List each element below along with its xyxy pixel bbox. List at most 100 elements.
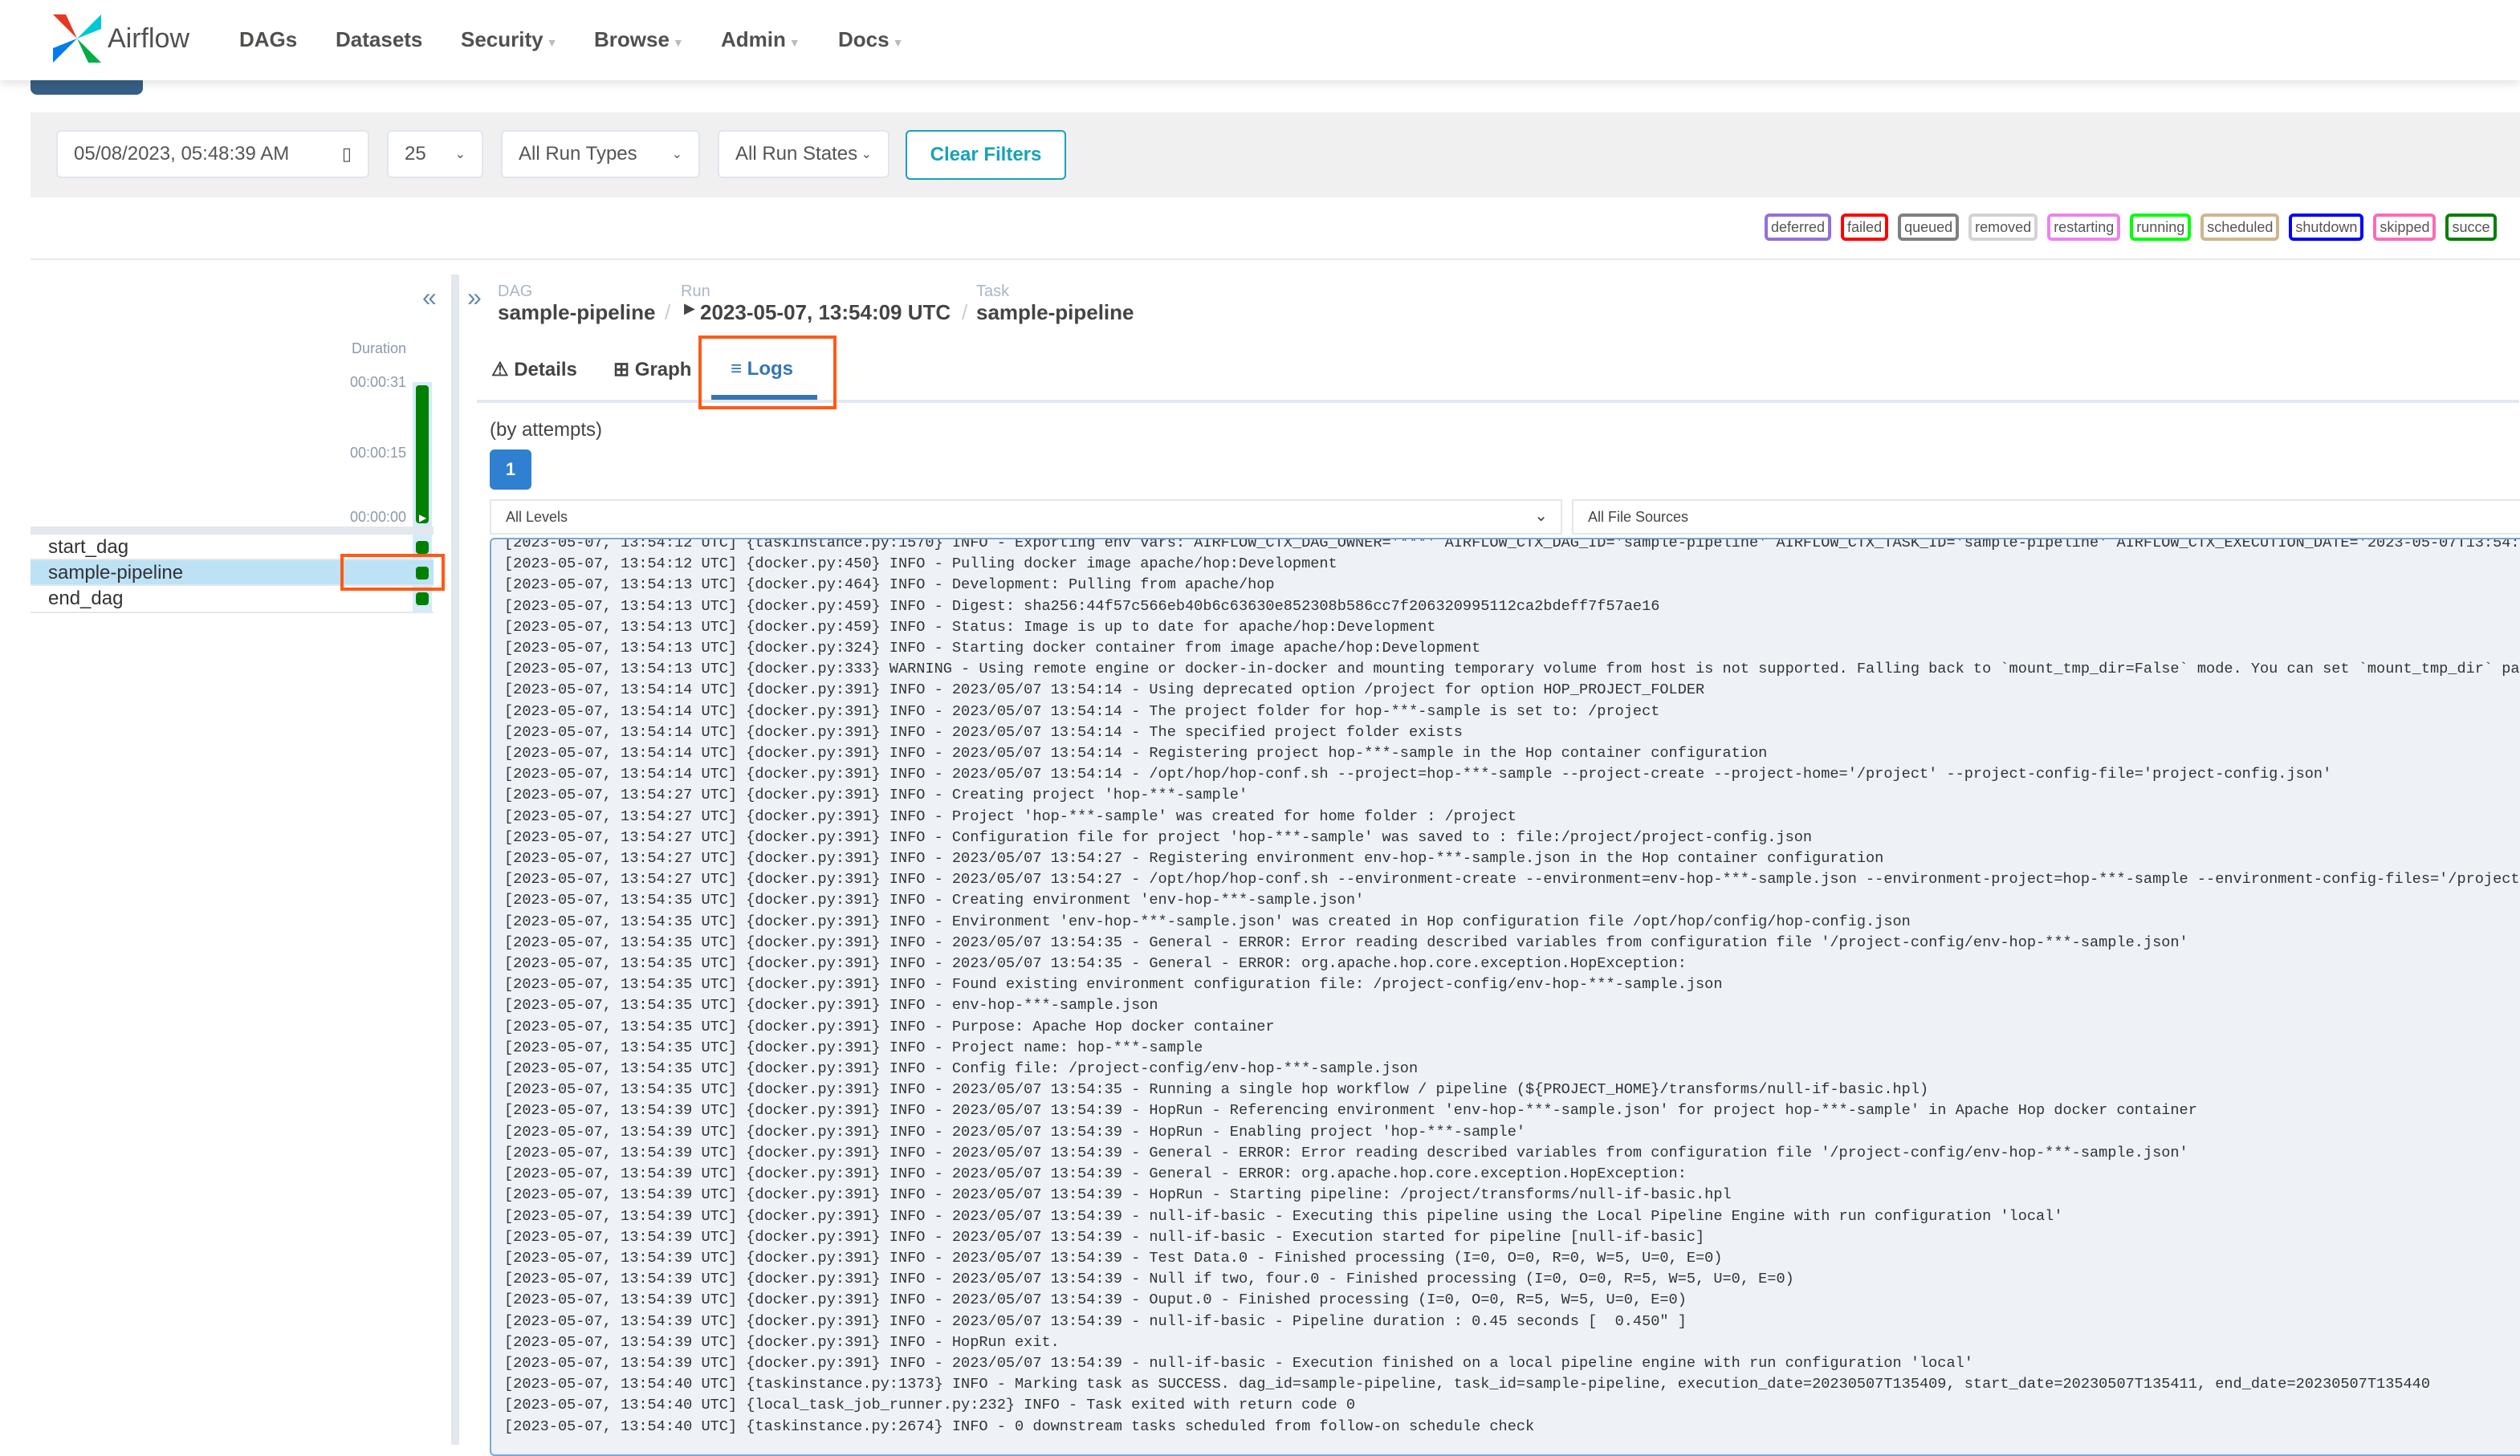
log-line: [2023-05-07, 13:54:13 UTC] {docker.py:45… bbox=[504, 597, 1660, 615]
pinwheel-icon bbox=[53, 14, 101, 63]
collapse-grid-icon[interactable]: « bbox=[422, 283, 437, 312]
play-icon: ▶ bbox=[419, 512, 427, 523]
file-source-select[interactable]: All File Sources bbox=[1572, 499, 2520, 535]
breadcrumb-run[interactable]: 2023-05-07, 13:54:09 UTC bbox=[700, 300, 951, 325]
log-line: [2023-05-07, 13:54:39 UTC] {docker.py:39… bbox=[504, 1123, 1526, 1141]
tab-details[interactable]: ⚠ Details bbox=[491, 358, 577, 381]
levels-value: All Levels bbox=[506, 509, 568, 525]
breadcrumb-task[interactable]: sample-pipeline bbox=[976, 300, 1134, 325]
log-line: [2023-05-07, 13:54:35 UTC] {docker.py:39… bbox=[504, 955, 1687, 973]
nav-label: DAGs bbox=[239, 27, 298, 51]
nav-security[interactable]: Security ▼ bbox=[461, 27, 557, 52]
run-types-value: All Run Types bbox=[519, 143, 637, 165]
state-badge-removed[interactable]: removed bbox=[1968, 214, 2038, 241]
task-label: Task bbox=[976, 283, 1010, 300]
duration-tick: 00:00:31 bbox=[350, 374, 407, 390]
log-line: [2023-05-07, 13:54:13 UTC] {docker.py:46… bbox=[504, 576, 1275, 594]
run-types-select[interactable]: All Run Types ⌄ bbox=[501, 130, 700, 178]
log-line: [2023-05-07, 13:54:39 UTC] {docker.py:39… bbox=[504, 1207, 2063, 1225]
by-attempts-label: (by attempts) bbox=[490, 419, 603, 441]
log-line: [2023-05-07, 13:54:13 UTC] {docker.py:33… bbox=[504, 661, 2520, 678]
log-line: [2023-05-07, 13:54:40 UTC] {taskinstance… bbox=[504, 1376, 2430, 1393]
clear-filters-button[interactable]: Clear Filters bbox=[906, 130, 1066, 180]
chevron-down-icon: ⌄ bbox=[454, 148, 466, 161]
panel-resizer[interactable] bbox=[451, 275, 459, 1445]
graph-icon: ⊞ bbox=[613, 359, 635, 380]
attempt-1-button[interactable]: 1 bbox=[490, 449, 531, 490]
chevron-down-icon: ⌄ bbox=[671, 148, 682, 161]
breadcrumb-dag[interactable]: sample-pipeline bbox=[498, 300, 656, 325]
log-line: [2023-05-07, 13:54:14 UTC] {docker.py:39… bbox=[504, 702, 1660, 720]
tab-label: Details bbox=[514, 359, 577, 380]
log-line: [2023-05-07, 13:54:27 UTC] {docker.py:39… bbox=[504, 787, 1248, 804]
log-line: [2023-05-07, 13:54:13 UTC] {docker.py:32… bbox=[504, 640, 1481, 657]
log-level-select[interactable]: All Levels ⌄ bbox=[490, 499, 1562, 535]
base-date-input[interactable]: 05/08/2023, 05:48:39 AM ▯ bbox=[56, 130, 369, 178]
caret-down-icon: ▼ bbox=[546, 36, 558, 49]
log-line: [2023-05-07, 13:54:14 UTC] {docker.py:39… bbox=[504, 745, 1768, 763]
nav-dags[interactable]: DAGs bbox=[239, 27, 297, 52]
log-line: [2023-05-07, 13:54:27 UTC] {docker.py:39… bbox=[504, 871, 2520, 889]
log-line: [2023-05-07, 13:54:35 UTC] {docker.py:39… bbox=[504, 1060, 1419, 1078]
tab-graph[interactable]: ⊞ Graph bbox=[613, 358, 691, 381]
state-badge-deferred[interactable]: deferred bbox=[1765, 214, 1832, 241]
log-line: [2023-05-07, 13:54:35 UTC] {docker.py:39… bbox=[504, 976, 1723, 994]
airflow-logo[interactable]: Airflow bbox=[50, 13, 189, 64]
chevron-down-icon: ⌄ bbox=[1534, 507, 1548, 525]
caret-down-icon: ▼ bbox=[788, 36, 800, 49]
task-name: sample-pipeline bbox=[48, 562, 184, 584]
log-line: [2023-05-07, 13:54:40 UTC] {taskinstance… bbox=[504, 1417, 1535, 1435]
highlight-box bbox=[340, 554, 445, 591]
divider bbox=[31, 258, 2520, 260]
highlight-box bbox=[698, 336, 837, 409]
state-badge-failed[interactable]: failed bbox=[1841, 214, 1889, 241]
nav-datasets[interactable]: Datasets bbox=[336, 27, 422, 52]
log-line: [2023-05-07, 13:54:14 UTC] {docker.py:39… bbox=[504, 766, 2332, 783]
log-line: [2023-05-07, 13:54:35 UTC] {docker.py:39… bbox=[504, 933, 2188, 951]
state-badge-scheduled[interactable]: scheduled bbox=[2200, 214, 2280, 241]
state-badge-succe[interactable]: succe bbox=[2445, 214, 2497, 241]
run-states-value: All Run States bbox=[735, 143, 858, 165]
log-line: [2023-05-07, 13:54:13 UTC] {docker.py:45… bbox=[504, 618, 1436, 636]
nav-label: Datasets bbox=[336, 27, 423, 51]
date-value: 05/08/2023, 05:48:39 AM bbox=[74, 143, 290, 165]
sources-value: All File Sources bbox=[1588, 509, 1689, 525]
page-tab-button[interactable] bbox=[31, 80, 143, 95]
log-line: [2023-05-07, 13:54:12 UTC] {taskinstance… bbox=[504, 538, 2520, 551]
nav-admin[interactable]: Admin ▼ bbox=[721, 27, 800, 52]
log-output[interactable]: [2023-05-07, 13:54:12 UTC] {taskinstance… bbox=[490, 538, 2520, 1456]
log-line: [2023-05-07, 13:54:39 UTC] {docker.py:39… bbox=[504, 1291, 1687, 1309]
task-instance-square[interactable] bbox=[416, 592, 429, 605]
nav-docs[interactable]: Docs ▼ bbox=[838, 27, 903, 52]
chevron-down-icon: ⌄ bbox=[861, 148, 872, 161]
task-instance-square[interactable] bbox=[416, 541, 429, 554]
top-navbar: Airflow DAGs Datasets Security ▼ Browse ▼ … bbox=[0, 0, 2520, 80]
calendar-icon[interactable]: ▯ bbox=[342, 144, 352, 165]
caret-down-icon: ▼ bbox=[672, 36, 684, 49]
warning-triangle-icon: ⚠ bbox=[491, 359, 515, 380]
dag-label: DAG bbox=[498, 283, 533, 300]
log-line: [2023-05-07, 13:54:14 UTC] {docker.py:39… bbox=[504, 681, 1705, 699]
log-line: [2023-05-07, 13:54:39 UTC] {docker.py:39… bbox=[504, 1354, 1973, 1372]
log-line: [2023-05-07, 13:54:40 UTC] {local_task_j… bbox=[504, 1397, 1356, 1414]
expand-details-icon[interactable]: » bbox=[467, 283, 482, 312]
separator: / bbox=[962, 300, 968, 324]
nav-label: Docs bbox=[838, 27, 890, 51]
run-duration-bar[interactable]: ▶ bbox=[416, 385, 429, 523]
nav-label: Admin bbox=[721, 27, 786, 51]
state-badge-skipped[interactable]: skipped bbox=[2373, 214, 2437, 241]
state-badge-shutdown[interactable]: shutdown bbox=[2289, 214, 2364, 241]
nav-label: Security bbox=[461, 27, 543, 51]
count-value: 25 bbox=[405, 143, 426, 165]
run-states-select[interactable]: All Run States ⌄ bbox=[718, 130, 890, 178]
log-line: [2023-05-07, 13:54:39 UTC] {docker.py:39… bbox=[504, 1271, 1794, 1288]
state-badge-restarting[interactable]: restarting bbox=[2047, 214, 2121, 241]
caret-down-icon: ▼ bbox=[892, 36, 904, 49]
state-badge-queued[interactable]: queued bbox=[1898, 214, 1960, 241]
nav-browse[interactable]: Browse ▼ bbox=[594, 27, 684, 52]
log-line: [2023-05-07, 13:54:39 UTC] {docker.py:39… bbox=[504, 1333, 1060, 1351]
duration-tick: 00:00:15 bbox=[350, 445, 407, 461]
state-badge-running[interactable]: running bbox=[2130, 214, 2192, 241]
log-line: [2023-05-07, 13:54:35 UTC] {docker.py:39… bbox=[504, 892, 1365, 909]
num-runs-select[interactable]: 25 ⌄ bbox=[387, 130, 483, 178]
